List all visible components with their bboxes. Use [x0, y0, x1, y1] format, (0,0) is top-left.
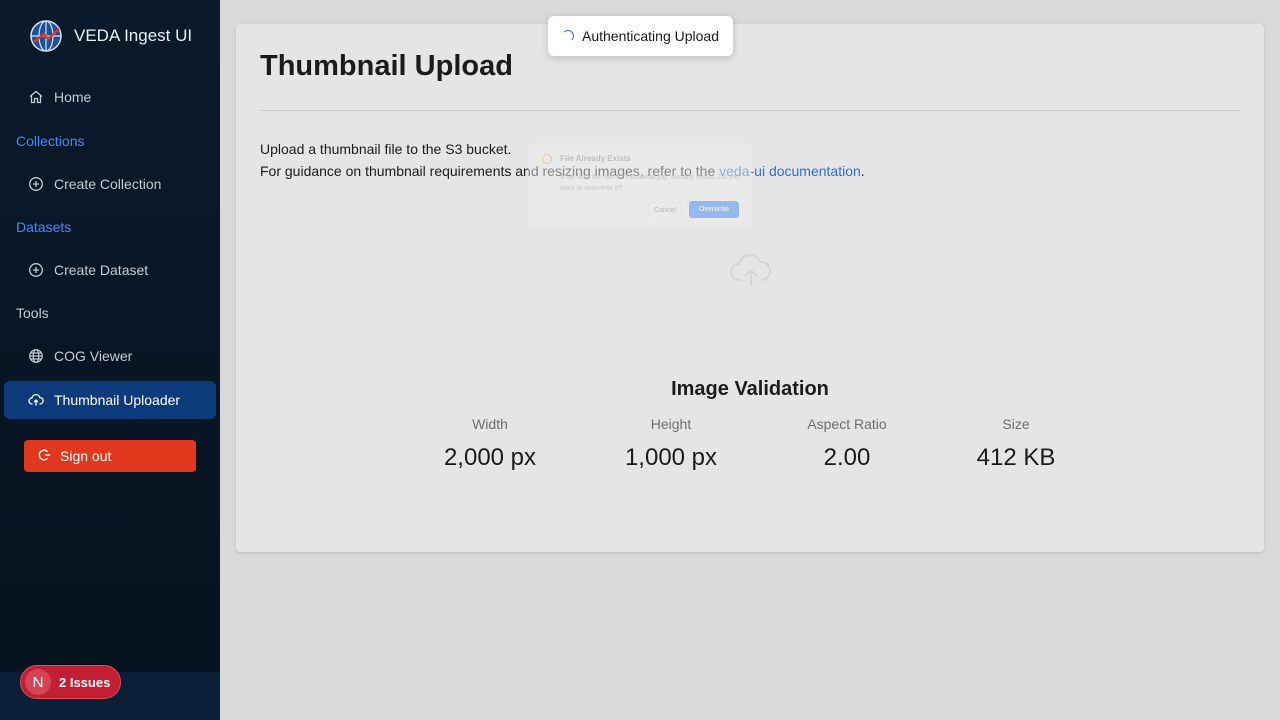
cancel-button[interactable]: Cancel — [648, 202, 682, 218]
globe-logo-icon — [30, 20, 62, 52]
nextjs-logo-icon: N — [25, 669, 51, 695]
plus-circle-icon — [28, 262, 44, 278]
metric-width: Width 2,000 px — [415, 416, 565, 472]
issues-badge-button[interactable]: N 2 Issues — [20, 665, 121, 699]
sidebar-item-label: Home — [54, 89, 92, 105]
toast-notification: Authenticating Upload — [548, 16, 733, 56]
plus-circle-icon — [28, 176, 44, 192]
page-title: Thumbnail Upload — [260, 50, 513, 82]
metric-aspect-ratio: Aspect Ratio 2.00 — [772, 416, 922, 472]
image-validation-title: Image Validation — [671, 378, 829, 400]
metric-value: 1,000 px — [624, 444, 718, 471]
dialog-title: File Already Exists — [560, 154, 631, 163]
metric-label: Size — [1002, 416, 1030, 432]
upload-dropzone[interactable] — [626, 250, 876, 330]
file-exists-dialog: File Already Exists A file with the name… — [528, 143, 752, 228]
section-tools: Tools — [16, 305, 49, 321]
warning-icon — [542, 154, 552, 164]
sidebar-item-create-dataset[interactable]: Create Dataset — [4, 251, 216, 289]
section-datasets[interactable]: Datasets — [16, 219, 71, 235]
globe-icon — [28, 348, 44, 364]
brand[interactable]: VEDA Ingest UI — [30, 20, 192, 52]
sign-out-button[interactable]: Sign out — [24, 440, 196, 472]
sidebar-item-label: Create Collection — [54, 176, 162, 192]
sidebar-item-cog-viewer[interactable]: COG Viewer — [4, 337, 216, 375]
metric-label: Height — [650, 416, 692, 432]
metric-height: Height 1,000 px — [596, 416, 746, 472]
sidebar-item-label: Thumbnail Uploader — [54, 392, 181, 408]
cloud-upload-icon — [730, 254, 771, 286]
toast-text: Authenticating Upload — [582, 28, 719, 44]
divider — [260, 110, 1240, 111]
metric-value: 412 KB — [976, 444, 1056, 471]
sidebar: VEDA Ingest UI Home Collections Create C… — [0, 0, 220, 720]
home-icon — [28, 89, 44, 105]
metric-value: 2,000 px — [443, 444, 537, 471]
issues-label: 2 Issues — [59, 674, 111, 690]
sign-out-label: Sign out — [60, 448, 112, 464]
overwrite-button[interactable]: Overwrite — [689, 201, 739, 218]
description-suffix: . — [860, 163, 865, 179]
cloud-upload-icon — [28, 392, 44, 408]
sidebar-item-label: COG Viewer — [54, 348, 133, 364]
sign-out-icon — [38, 448, 52, 465]
sidebar-item-thumbnail-uploader[interactable]: Thumbnail Uploader — [4, 381, 216, 419]
metric-value: 2.00 — [823, 444, 871, 471]
section-collections[interactable]: Collections — [16, 133, 84, 149]
sidebar-item-home[interactable]: Home — [4, 78, 216, 116]
metric-label: Aspect Ratio — [807, 416, 887, 432]
loading-spinner-icon — [562, 30, 574, 42]
thumbnail-upload-card: Thumbnail Upload Upload a thumbnail file… — [236, 24, 1264, 552]
sidebar-item-label: Create Dataset — [54, 262, 149, 278]
sidebar-item-create-collection[interactable]: Create Collection — [4, 165, 216, 203]
dialog-message: A file with the name "thumbnail.jpg" alr… — [560, 174, 741, 192]
metric-size: Size 412 KB — [941, 416, 1091, 472]
metric-label: Width — [472, 416, 508, 432]
app-title: VEDA Ingest UI — [74, 26, 193, 45]
